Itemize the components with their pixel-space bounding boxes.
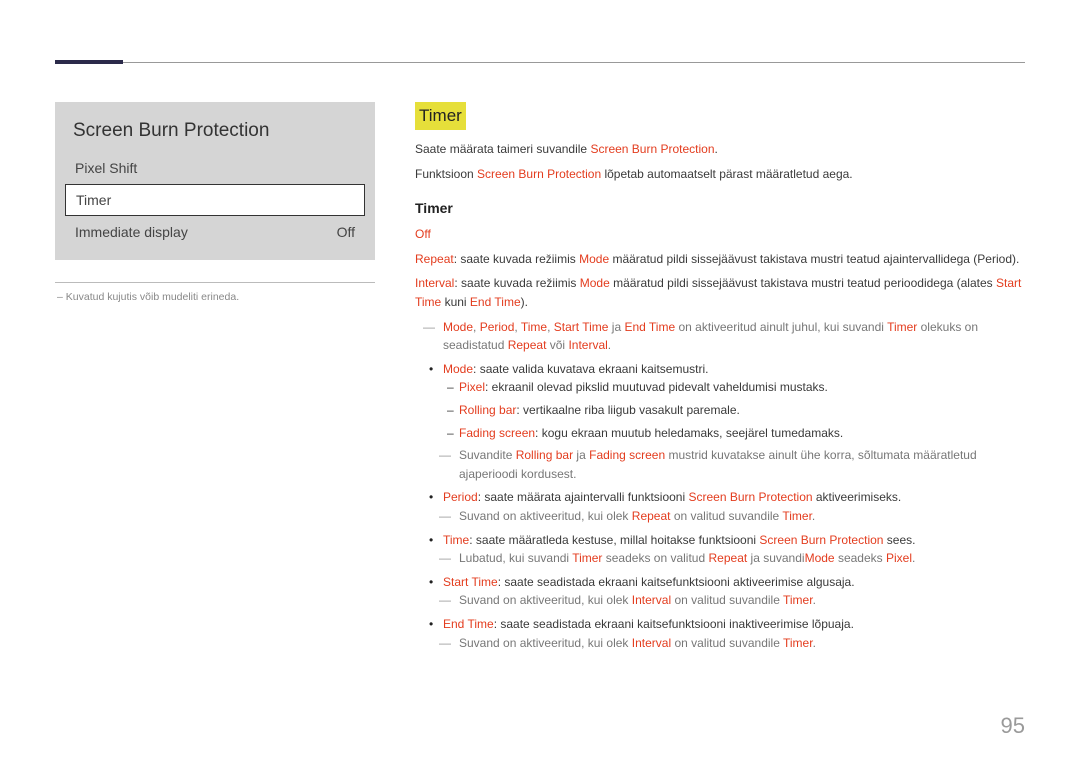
menu-title: Screen Burn Protection: [65, 114, 365, 152]
page-number: 95: [1001, 713, 1025, 739]
intro-line-1: Saate määrata taimeri suvandile Screen B…: [415, 140, 1025, 159]
bullet-start-time: Start Time: saate seadistada ekraani kai…: [443, 573, 1025, 610]
menu-item-timer[interactable]: Timer: [65, 184, 365, 216]
left-divider: [55, 282, 375, 283]
subheading-timer: Timer: [415, 198, 1025, 220]
note-2: Suvandite Rolling bar ja Fading screen m…: [443, 446, 1025, 483]
left-column: Screen Burn Protection Pixel Shift Timer…: [55, 102, 415, 657]
menu-item-label: Immediate display: [75, 224, 188, 240]
note-1: Mode, Period, Time, Start Time ja End Ti…: [415, 318, 1025, 355]
page-content: Screen Burn Protection Pixel Shift Timer…: [0, 0, 1080, 657]
footnote: Kuvatud kujutis võib mudeliti erineda.: [55, 291, 375, 303]
note-4: Lubatud, kui suvandi Timer seadeks on va…: [443, 549, 1025, 568]
right-column: Timer Saate määrata taimeri suvandile Sc…: [415, 102, 1025, 657]
note-6: Suvand on aktiveeritud, kui olek Interva…: [443, 634, 1025, 653]
line-repeat: Repeat: saate kuvada režiimis Mode määra…: [415, 250, 1025, 269]
bullet-mode: Mode: saate valida kuvatava ekraani kait…: [415, 360, 1025, 652]
mode-sublist: Pixel: ekraanil olevad pikslid muutuvad …: [443, 378, 1025, 442]
bullet-period: Period: saate määrata ajaintervalli funk…: [443, 488, 1025, 525]
bullet-time: Time: saate määratleda kestuse, millal h…: [443, 531, 1025, 568]
menu-box: Screen Burn Protection Pixel Shift Timer…: [55, 102, 375, 260]
note-5: Suvand on aktiveeritud, kui olek Interva…: [443, 591, 1025, 610]
intro-line-2: Funktsioon Screen Burn Protection lõpeta…: [415, 165, 1025, 184]
section-heading-timer: Timer: [415, 102, 466, 130]
page-accent-bar: [55, 60, 123, 64]
menu-item-pixel-shift[interactable]: Pixel Shift: [65, 152, 365, 184]
line-interval: Interval: saate kuvada režiimis Mode mää…: [415, 274, 1025, 311]
menu-item-value: Off: [337, 224, 355, 240]
page-top-rule: [55, 62, 1025, 63]
note-3: Suvand on aktiveeritud, kui olek Repeat …: [443, 507, 1025, 526]
value-off: Off: [415, 225, 1025, 244]
bullet-end-time: End Time: saate seadistada ekraani kaits…: [443, 615, 1025, 652]
menu-item-immediate-display[interactable]: Immediate display Off: [65, 216, 365, 248]
